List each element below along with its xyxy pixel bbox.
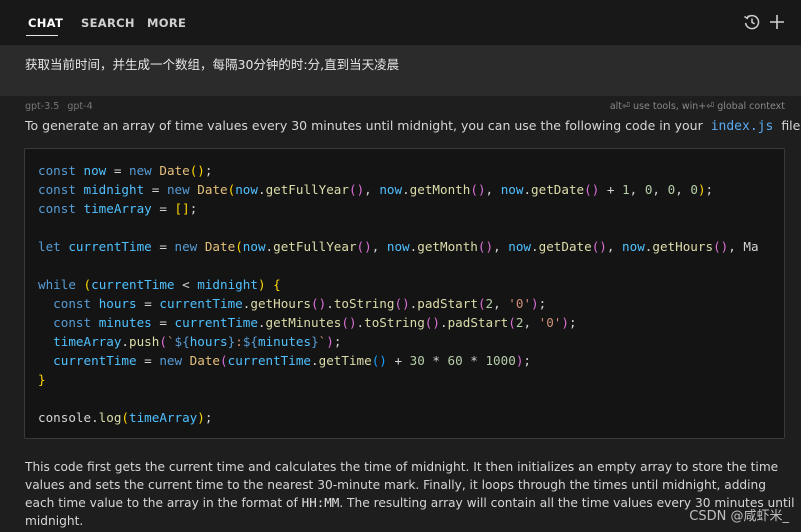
- tab-more[interactable]: MORE: [147, 16, 186, 30]
- active-tab-indicator: [26, 35, 58, 36]
- file-link[interactable]: index.js: [707, 119, 778, 134]
- top-bar: CHAT SEARCH MORE: [0, 0, 801, 46]
- keyboard-hints: alt⏎ use tools, win+⏎ global context: [609, 101, 785, 112]
- prompt-text: 获取当前时间，并生成一个数组，每隔30分钟的时:分,直到当天凌晨: [25, 57, 400, 72]
- tab-search[interactable]: SEARCH: [81, 16, 135, 30]
- model-gpt35[interactable]: gpt-3.5: [25, 101, 59, 112]
- code-block[interactable]: const now = new Date(); const midnight =…: [24, 148, 785, 439]
- tab-chat[interactable]: CHAT: [28, 16, 63, 30]
- model-gpt4[interactable]: gpt-4: [67, 101, 92, 112]
- response-explanation: This code first gets the current time an…: [25, 458, 795, 530]
- model-selector: gpt-3.5 gpt-4: [25, 101, 98, 112]
- response-intro: To generate an array of time values ever…: [25, 118, 801, 134]
- plus-icon[interactable]: [768, 13, 786, 31]
- user-prompt: 获取当前时间，并生成一个数组，每隔30分钟的时:分,直到当天凌晨: [0, 46, 801, 96]
- intro-text-end: file:: [781, 118, 801, 133]
- code-content: const now = new Date(); const midnight =…: [38, 163, 759, 425]
- watermark: CSDN @咸虾米_: [689, 509, 789, 524]
- format-code: HH:MM: [301, 495, 340, 510]
- intro-text: To generate an array of time values ever…: [25, 118, 703, 133]
- history-icon[interactable]: [743, 13, 761, 31]
